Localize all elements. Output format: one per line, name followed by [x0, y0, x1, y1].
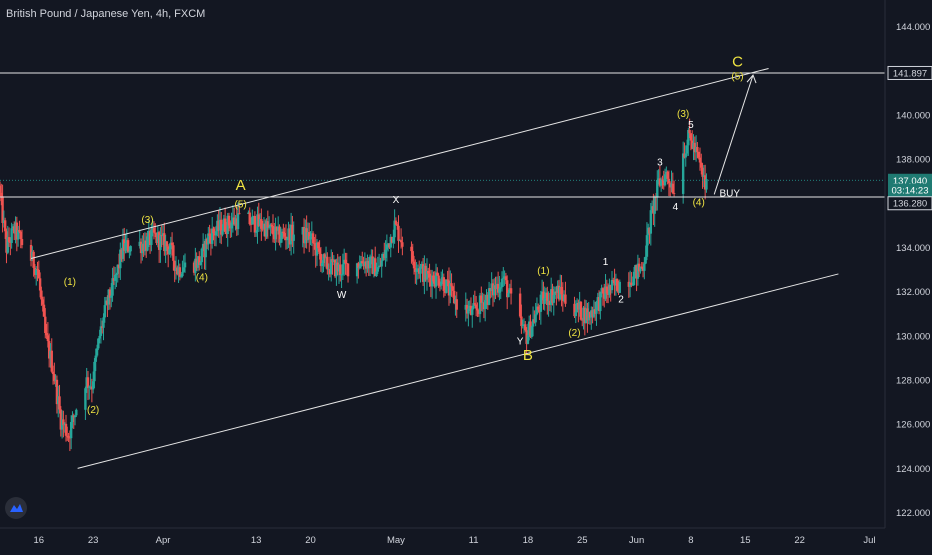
time-tick-label: 23: [88, 535, 99, 546]
wave-label: X: [393, 195, 400, 206]
wave-label: (2): [87, 405, 99, 416]
wave-label: (1): [537, 266, 549, 277]
wave-label: Y: [517, 337, 524, 348]
wave-label: (2): [568, 328, 580, 339]
price-tick-label: 130.000: [896, 331, 930, 342]
price-label: 136.280: [887, 196, 932, 211]
time-tick-label: 16: [34, 535, 45, 546]
time-tick-label: 8: [688, 535, 693, 546]
time-tick-label: 13: [251, 535, 262, 546]
wave-label: (4): [693, 197, 705, 208]
time-tick-label: 18: [523, 535, 534, 546]
price-tick-label: 124.000: [896, 464, 930, 475]
time-tick-label: 25: [577, 535, 588, 546]
tradingview-logo-icon[interactable]: [5, 497, 27, 519]
chart[interactable]: (1) (2) (3) (4) (5) A W X Y B (1) (2) 1 2 3 4 (3) 5 (4) BUY…: [0, 0, 932, 550]
wave-label: BUY: [719, 189, 740, 200]
wave-label: 2: [618, 295, 624, 306]
price-tick-label: 132.000: [896, 287, 930, 298]
wave-label: C: [732, 53, 743, 70]
time-tick-label: May: [387, 535, 405, 546]
time-tick-label: 20: [305, 535, 316, 546]
svg-text:141.897: 141.897: [893, 68, 927, 79]
wave-label: (3): [141, 215, 153, 226]
wave-label: (1): [64, 277, 76, 288]
chart-title: British Pound / Japanese Yen, 4h, FXCM: [6, 8, 205, 20]
price-tick-label: 126.000: [896, 420, 930, 431]
time-tick-label: Apr: [156, 535, 171, 546]
wave-label: 5: [688, 120, 694, 131]
wave-label: (5): [731, 72, 743, 83]
chart-background: [0, 0, 932, 550]
price-tick-label: 140.000: [896, 110, 930, 121]
price-tick-label: 144.000: [896, 22, 930, 33]
time-tick-label: Jun: [629, 535, 644, 546]
wave-label: (3): [677, 109, 689, 120]
candle: [579, 301, 583, 321]
wave-label: (5): [235, 200, 247, 211]
price-label: 141.897: [887, 65, 932, 80]
wave-label: 3: [657, 158, 663, 169]
svg-text:136.280: 136.280: [893, 199, 927, 210]
wave-label: A: [236, 177, 246, 194]
price-tick-label: 134.000: [896, 243, 930, 254]
chart-svg[interactable]: (1)(2)(3)(4)(5)AWXYB(1)(2)1234(3)5(4)BUY…: [0, 0, 932, 550]
time-tick-label: 11: [469, 535, 479, 546]
price-tick-label: 122.000: [896, 508, 930, 519]
time-tick-label: 22: [794, 535, 805, 546]
time-tick-label: 15: [740, 535, 751, 546]
price-tick-label: 138.000: [896, 155, 930, 166]
wave-label: 4: [673, 202, 679, 213]
time-tick-label: Jul: [863, 535, 875, 546]
wave-label: 1: [603, 257, 609, 268]
wave-label: B: [523, 347, 533, 364]
price-tick-label: 128.000: [896, 375, 930, 386]
price-label: 03:14:23: [888, 183, 932, 197]
wave-label: W: [337, 290, 347, 301]
svg-text:03:14:23: 03:14:23: [892, 185, 929, 196]
wave-label: (4): [196, 273, 208, 284]
